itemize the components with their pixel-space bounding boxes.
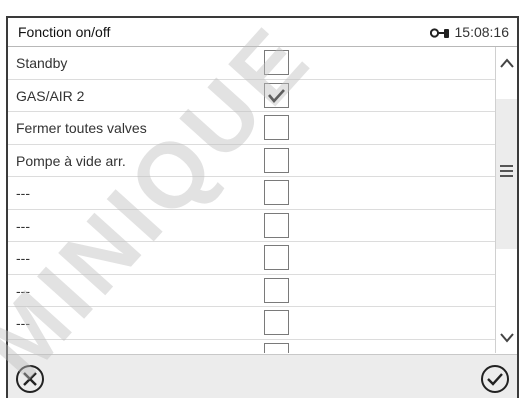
clock-time: 15:08:16 [454,24,510,40]
list-item-checkbox[interactable] [264,50,289,75]
list-item-checkbox[interactable] [264,277,289,303]
list-item-checkbox[interactable] [264,180,289,205]
key-lock-icon [429,26,450,38]
list-item: --- [8,275,498,307]
list-item: Fermer toutes valves [8,112,498,145]
list-item: GAS/AIR 2 [8,80,498,112]
list-item-label: Fermer toutes valves [16,120,147,136]
list-item-checkbox[interactable] [264,82,289,108]
dialog-frame: Fonction on/off 15:08:16 Standby GAS/AIR … [6,16,519,398]
list-item: Pompe à vide arr. [8,145,498,177]
cancel-button[interactable] [14,363,46,395]
list-item-label: GAS/AIR 2 [16,87,85,104]
chevron-up-icon [499,58,514,68]
scroll-thumb[interactable] [496,99,517,249]
list-item: --- [8,307,498,340]
scrollbar[interactable] [495,47,517,353]
status-area: 15:08:16 [429,24,510,40]
list-item: Standby [8,47,498,80]
list-item-checkbox[interactable] [264,147,289,173]
list-item: --- [8,210,498,242]
chevron-down-icon [499,333,514,343]
list-item-label: --- [16,250,30,266]
cancel-circle-icon [16,365,44,393]
list-item-label: --- [16,315,30,331]
list-item: --- [8,242,498,275]
confirm-button[interactable] [479,363,511,395]
menu-lines-icon [500,165,513,177]
list-item-label: --- [16,282,30,299]
list-item: --- [8,177,498,210]
list-item-label: --- [16,217,30,234]
scroll-down-button[interactable] [496,325,517,349]
list-item-checkbox[interactable] [264,342,289,353]
function-list: Standby GAS/AIR 2 Fermer toutes valves Pomp… [8,47,498,353]
action-bar [8,354,517,398]
list-item [8,340,498,353]
list-item-checkbox[interactable] [264,115,289,140]
list-item-label: Pompe à vide arr. [16,152,126,169]
list-item-checkbox[interactable] [264,310,289,335]
list-item-label: --- [16,185,30,201]
title-bar: Fonction on/off 15:08:16 [8,18,517,47]
page-title: Fonction on/off [18,24,111,40]
scroll-up-button[interactable] [496,51,517,75]
checkmark-icon [268,88,285,103]
list-item-checkbox[interactable] [264,245,289,270]
list-item-label: Standby [16,55,68,71]
list-item-checkbox[interactable] [264,212,289,238]
confirm-circle-icon [481,365,509,393]
